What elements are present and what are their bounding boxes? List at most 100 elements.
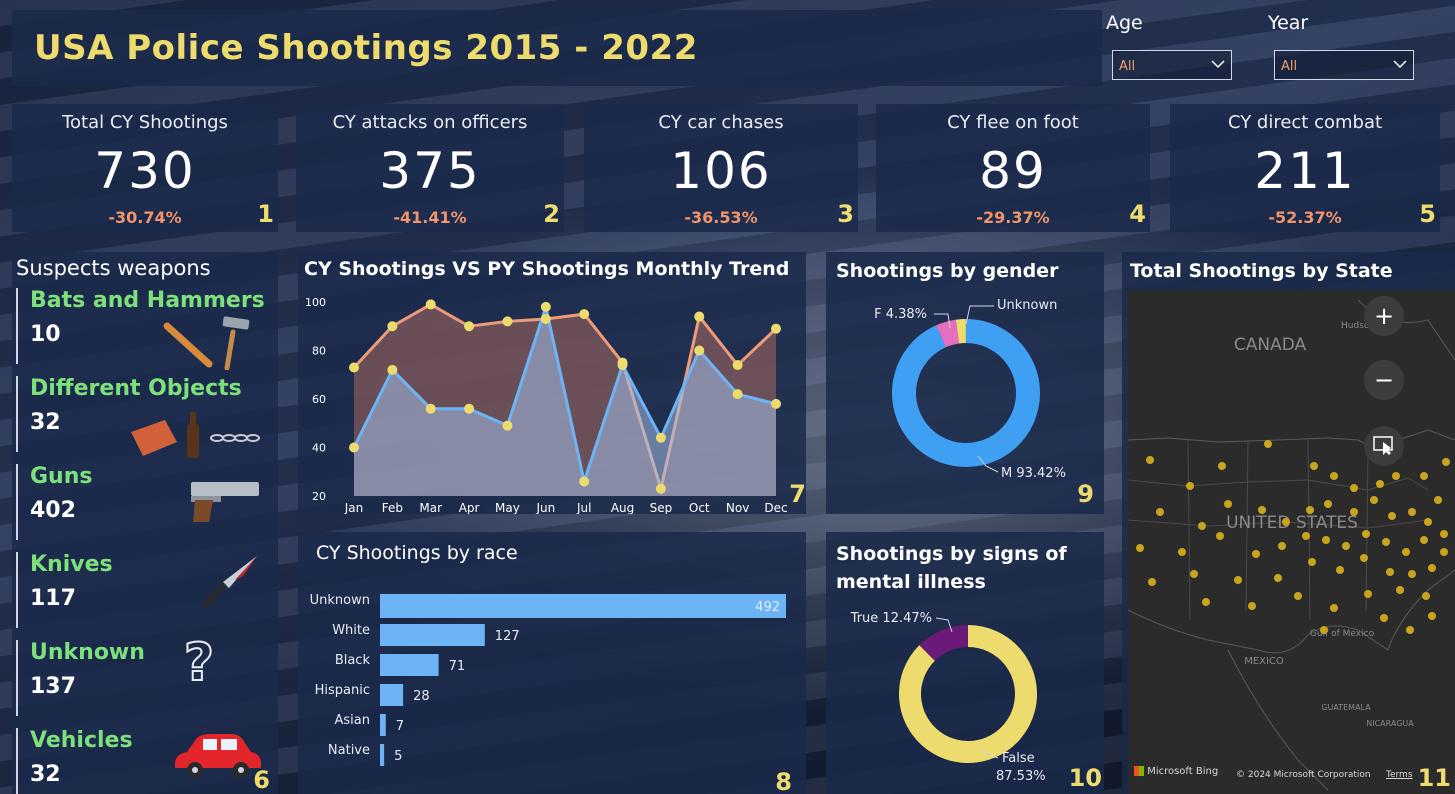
age-dropdown[interactable]: All xyxy=(1112,50,1232,80)
map-bubble xyxy=(1278,542,1286,550)
state-map[interactable]: CANADA UNITED STATES MEXICO Gulf of Mexi… xyxy=(1128,290,1455,794)
map-select-button[interactable] xyxy=(1364,426,1404,466)
trend-chart: 100 80 60 40 20 Jan Feb Mar Apr May Jun Jul Aug Sep Oc… xyxy=(305,296,788,514)
donut-slice xyxy=(936,319,960,348)
data-point xyxy=(540,313,551,324)
gender-chart-panel: Shootings by gender F 4.38% Unknown M 93.4… xyxy=(826,252,1104,514)
visual-number-badge: 5 xyxy=(1419,200,1436,228)
year-slicer-label: Year xyxy=(1268,12,1309,34)
car-icon xyxy=(175,734,261,778)
map-bubble xyxy=(1274,574,1282,582)
data-point xyxy=(771,398,781,409)
race-bar xyxy=(380,654,439,676)
race-bar xyxy=(380,744,385,766)
map-bubble xyxy=(1428,612,1436,620)
kpi-card-total-shootings: Total CY Shootings 730 -30.74% 1 xyxy=(12,104,278,232)
data-point xyxy=(655,483,666,494)
map-bubble xyxy=(1420,472,1428,480)
weapon-item: Vehicles 32 xyxy=(16,728,271,794)
map-bubble xyxy=(1136,544,1144,552)
donut-slice xyxy=(892,319,1040,467)
kpi-delta: -36.53% xyxy=(684,208,758,227)
data-point xyxy=(694,345,705,356)
map-bubble xyxy=(1440,530,1448,538)
svg-text:?: ? xyxy=(184,633,214,690)
map-bubble xyxy=(1218,462,1226,470)
zoom-out-button[interactable]: − xyxy=(1364,360,1404,400)
data-point xyxy=(425,299,436,310)
map-bubble xyxy=(1234,576,1242,584)
page-title: USA Police Shootings 2015 - 2022 xyxy=(34,28,698,68)
map-bubble xyxy=(1330,604,1338,612)
map-bubble xyxy=(1408,570,1416,578)
kpi-value: 375 xyxy=(379,142,481,200)
map-bubble xyxy=(1252,550,1260,558)
map-bubble xyxy=(1350,508,1358,516)
map-label-guatemala: GUATEMALA xyxy=(1321,703,1371,712)
brick-bottle-chain-icon xyxy=(131,412,260,458)
map-bubble xyxy=(1294,592,1302,600)
map-bubble xyxy=(1324,500,1332,508)
kpi-title: CY direct combat xyxy=(1227,112,1383,133)
map-bubble xyxy=(1178,548,1186,556)
data-point xyxy=(349,362,359,373)
weapon-count: 137 xyxy=(30,674,76,699)
map-bubble xyxy=(1302,532,1310,540)
mental-illness-donut-chart: True 12.47% False 87.53% xyxy=(850,611,1046,784)
data-label: 7 xyxy=(396,719,404,734)
donut-slice xyxy=(955,319,967,344)
x-tick-label: Mar xyxy=(419,501,442,514)
category-label: Unknown xyxy=(310,593,370,608)
category-label: Native xyxy=(328,743,370,758)
visual-number-badge: 7 xyxy=(789,480,806,508)
year-dropdown[interactable]: All xyxy=(1274,50,1414,80)
weapon-item: Unknown 137 ? xyxy=(16,632,271,716)
donut-slice xyxy=(919,625,969,662)
map-bubble xyxy=(1402,548,1410,556)
map-terms-link[interactable]: Terms xyxy=(1386,770,1413,780)
weapon-count: 10 xyxy=(30,322,61,347)
visual-number-badge: 2 xyxy=(543,200,560,228)
kpi-card-attacks-on-officers: CY attacks on officers 375 -41.41% 2 xyxy=(296,104,564,232)
data-point xyxy=(655,432,666,443)
map-bubble xyxy=(1434,496,1442,504)
map-bubble xyxy=(1216,532,1224,540)
zoom-in-button[interactable]: + xyxy=(1364,296,1404,336)
weapons-title: Suspects weapons xyxy=(16,256,211,280)
category-label: Black xyxy=(335,653,371,668)
map-bubble xyxy=(1362,530,1370,538)
map-bubble xyxy=(1148,578,1156,586)
kpi-delta: -52.37% xyxy=(1268,208,1342,227)
x-tick-label: Feb xyxy=(382,501,403,514)
kpi-value: 211 xyxy=(1254,142,1356,200)
year-dropdown-value: All xyxy=(1281,59,1298,74)
map-label-gulf: Gulf of Mexico xyxy=(1310,629,1375,639)
weapon-count: 32 xyxy=(30,762,61,787)
x-tick-label: Sep xyxy=(650,501,673,514)
race-bar xyxy=(380,594,786,618)
map-label-mexico: MEXICO xyxy=(1244,656,1284,667)
map-bubble xyxy=(1382,538,1390,546)
kpi-title: CY car chases xyxy=(658,112,784,133)
data-point xyxy=(732,389,743,400)
x-tick-label: Dec xyxy=(764,501,787,514)
weapon-count: 117 xyxy=(30,586,76,611)
data-point xyxy=(732,360,743,371)
data-label: False xyxy=(1002,751,1035,766)
y-tick-label: 60 xyxy=(312,393,326,406)
weapon-name: Knives xyxy=(30,552,113,577)
map-bubble xyxy=(1392,472,1400,480)
chevron-down-icon xyxy=(1211,60,1225,69)
map-copyright: © 2024 Microsoft Corporation xyxy=(1236,770,1371,780)
map-bubble xyxy=(1424,518,1432,526)
visual-number-badge: 11 xyxy=(1417,764,1451,792)
race-chart-panel: CY Shootings by race Unknown 492 White 127 B… xyxy=(298,532,806,794)
x-tick-label: Jun xyxy=(535,501,555,514)
data-point xyxy=(464,321,475,332)
x-tick-label: May xyxy=(495,501,520,514)
x-tick-label: Aug xyxy=(611,501,634,514)
bing-credit: Microsoft Bing xyxy=(1147,766,1219,777)
map-bubble xyxy=(1336,566,1344,574)
chevron-down-icon xyxy=(1393,60,1407,69)
map-bubble xyxy=(1248,602,1256,610)
